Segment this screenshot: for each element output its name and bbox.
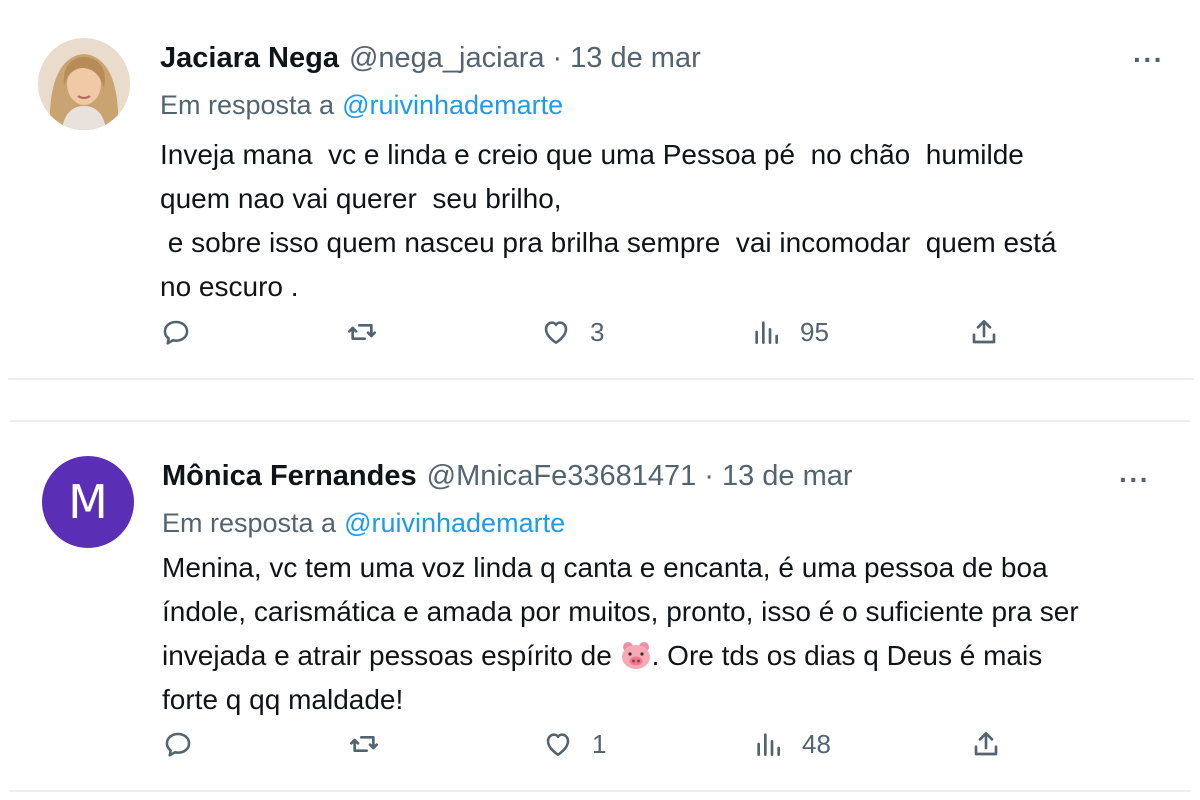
tweet-date[interactable]: 13 de mar xyxy=(570,42,701,75)
pig-face-emoji-icon xyxy=(621,642,650,669)
retweet-icon xyxy=(350,736,378,752)
action-bar: 3 95 xyxy=(160,312,1020,352)
views-chart-icon xyxy=(757,733,780,756)
views-button[interactable]: 48 xyxy=(752,724,831,764)
tweet-header: Mônica Fernandes @MnicaFe33681471 · 13 d… xyxy=(162,460,853,493)
separator-dot: · xyxy=(552,42,563,74)
display-name[interactable]: Jaciara Nega xyxy=(160,42,339,75)
views-button[interactable]: 95 xyxy=(750,312,829,352)
user-handle[interactable]: @MnicaFe33681471 xyxy=(427,460,697,493)
reply-prefix: Em resposta a xyxy=(162,508,337,538)
views-count: 48 xyxy=(802,728,831,759)
reply-icon xyxy=(165,732,191,757)
action-bar: 1 48 xyxy=(162,724,1022,764)
reply-icon xyxy=(163,320,189,345)
heart-icon xyxy=(544,321,568,344)
tweet-jaciara[interactable]: Jaciara Nega @nega_jaciara · 13 de mar ·… xyxy=(8,10,1194,380)
like-count: 1 xyxy=(592,728,607,759)
more-options-button[interactable]: ··· xyxy=(1133,44,1164,76)
retweet-button[interactable] xyxy=(348,724,380,764)
reply-button[interactable] xyxy=(162,724,194,764)
reply-handle-link[interactable]: @ruivinhademarte xyxy=(342,90,563,120)
retweet-icon xyxy=(348,324,376,340)
more-options-button[interactable]: ··· xyxy=(1119,464,1150,496)
tweet-date[interactable]: 13 de mar xyxy=(722,460,853,493)
views-chart-icon xyxy=(755,321,778,344)
reply-prefix: Em resposta a xyxy=(160,90,335,120)
reply-handle-link[interactable]: @ruivinhademarte xyxy=(344,508,565,538)
heart-icon xyxy=(546,733,570,756)
reply-context: Em resposta a @ruivinhademarte xyxy=(162,508,565,539)
avatar[interactable] xyxy=(38,38,130,130)
like-count: 3 xyxy=(590,316,605,347)
separator-dot: · xyxy=(704,460,714,492)
share-button[interactable] xyxy=(968,312,1000,352)
share-icon xyxy=(974,732,998,756)
share-icon xyxy=(972,320,996,344)
like-button[interactable]: 1 xyxy=(542,724,606,764)
reply-button[interactable] xyxy=(160,312,192,352)
tweet-text: Inveja mana vc e linda e creio que uma P… xyxy=(160,139,1057,302)
retweet-button[interactable] xyxy=(346,312,378,352)
reply-context: Em resposta a @ruivinhademarte xyxy=(160,90,563,121)
display-name[interactable]: Mônica Fernandes xyxy=(162,460,417,493)
share-button[interactable] xyxy=(970,724,1002,764)
tweet-header: Jaciara Nega @nega_jaciara · 13 de mar xyxy=(160,42,701,75)
user-handle[interactable]: @nega_jaciara xyxy=(349,42,545,75)
avatar[interactable]: M xyxy=(42,456,134,548)
views-count: 95 xyxy=(800,316,829,347)
like-button[interactable]: 3 xyxy=(540,312,604,352)
tweet-text: Menina, vc tem uma voz linda q canta e e… xyxy=(162,546,1162,722)
tweet-monica[interactable]: M Mônica Fernandes @MnicaFe33681471 · 13… xyxy=(10,420,1190,792)
photo-avatar-icon xyxy=(38,38,130,130)
